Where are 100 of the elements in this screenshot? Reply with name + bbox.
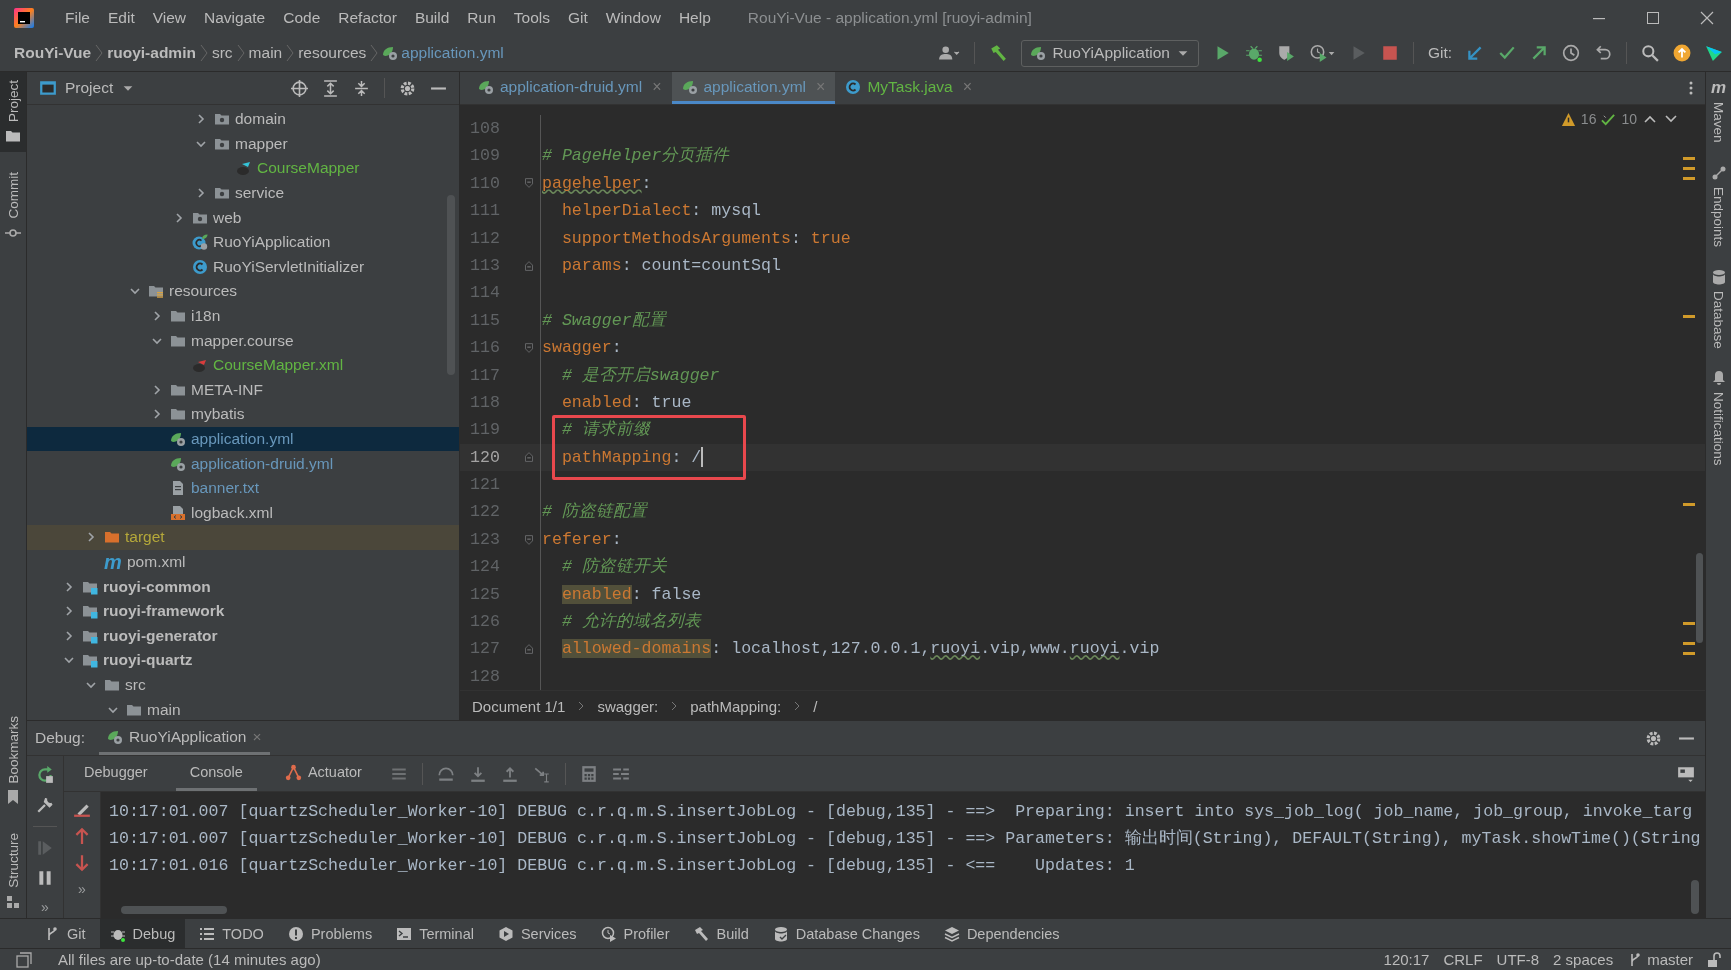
run-configuration-dropdown[interactable]: RuoYiApplication (1021, 39, 1199, 67)
menu-item[interactable]: Navigate (195, 8, 275, 27)
indent-setting[interactable]: 2 spaces (1553, 951, 1614, 968)
breadcrumb-item[interactable]: swagger: (597, 697, 659, 715)
app-logo-icon[interactable] (14, 7, 34, 28)
tool-window-button[interactable]: m Maven (1706, 78, 1731, 145)
undo-icon[interactable] (1594, 44, 1612, 62)
breadcrumb-item[interactable]: Document 1/1 (472, 697, 566, 715)
down-left-arrow-icon[interactable] (1466, 44, 1484, 62)
menu-item[interactable]: Window (596, 8, 670, 27)
breadcrumb-item[interactable]: resources (294, 44, 371, 62)
clock-icon[interactable] (1562, 44, 1580, 62)
tree-item[interactable]: CourseMapper (27, 156, 459, 181)
tree-item[interactable]: target (27, 525, 459, 550)
tool-window-tab[interactable]: Debug (99, 919, 186, 948)
settings-icon[interactable] (399, 79, 416, 97)
tree-item[interactable]: META-INF (27, 377, 459, 403)
tool-window-button[interactable]: Notifications (1706, 368, 1731, 468)
up-right-arrow-icon[interactable] (1530, 44, 1548, 62)
tool-window-button[interactable]: Commit (0, 164, 26, 249)
close-icon[interactable] (1699, 9, 1715, 26)
tree-item[interactable]: application-druid.yml (27, 451, 459, 476)
actuator-tab[interactable]: Actuator (270, 756, 376, 791)
tree-item[interactable]: mapper.course (27, 328, 459, 353)
tree-item[interactable]: ruoyi-generator (27, 623, 459, 649)
breadcrumb-item[interactable]: main (244, 44, 287, 62)
tree-item[interactable]: src (27, 672, 459, 698)
tool-window-button[interactable]: Endpoints (1706, 162, 1731, 249)
user-dropdown-icon[interactable] (938, 44, 961, 62)
breadcrumb-item[interactable]: src (207, 44, 237, 62)
tool-window-tab[interactable]: Build (683, 919, 759, 948)
tree-item[interactable]: mybatis (27, 402, 459, 427)
calculator-icon[interactable] (579, 764, 598, 783)
breadcrumb-item[interactable]: RouYi-Vue (10, 44, 96, 62)
tree-item[interactable]: domain (27, 107, 459, 132)
tree-item[interactable]: ruoyi-framework (27, 598, 459, 624)
wrench-icon[interactable] (36, 796, 54, 814)
status-message[interactable]: All files are up-to-date (14 minutes ago) (58, 951, 1370, 968)
profiler-icon[interactable] (1308, 44, 1335, 62)
up-arrow-circle-icon[interactable] (1673, 44, 1691, 62)
menu-item[interactable]: Tools (504, 8, 559, 27)
tool-window-tab[interactable]: Database Changes (762, 919, 930, 948)
breadcrumb-item[interactable]: / (813, 697, 818, 715)
tool-window-button[interactable]: Database (1706, 266, 1731, 351)
stop-icon[interactable] (1380, 44, 1399, 62)
tool-window-tab[interactable]: Dependencies (933, 919, 1070, 948)
weak-warning-icon[interactable] (1601, 111, 1617, 127)
tree-item[interactable]: RuoYiApplication (27, 229, 459, 255)
menu-item[interactable]: Code (274, 8, 330, 27)
more-button[interactable]: » (78, 881, 86, 897)
project-view-dropdown[interactable]: Project (39, 79, 277, 97)
breadcrumb-item[interactable]: ruoyi-admin (103, 44, 200, 62)
menu-item[interactable]: Run (458, 8, 505, 27)
tree-item[interactable]: application.yml (27, 426, 459, 452)
up-arrow-icon[interactable] (73, 827, 91, 845)
tree-item[interactable]: service (27, 180, 459, 206)
tool-window-tab[interactable]: Problems (277, 919, 383, 948)
debug-session-tab[interactable]: RuoYiApplication × (99, 721, 270, 755)
menu-item[interactable]: Git (558, 8, 597, 27)
tree-item[interactable]: m pom.xml (27, 549, 459, 575)
menu-item[interactable]: Build (405, 8, 459, 27)
tool-window-tab[interactable]: TODO (189, 919, 274, 948)
lock-icon[interactable] (1707, 951, 1723, 968)
breadcrumb-item[interactable]: pathMapping: (690, 697, 782, 715)
tree-item[interactable]: logback.xml (27, 500, 459, 526)
settings-icon[interactable] (1645, 729, 1662, 747)
search-icon[interactable] (1641, 44, 1659, 62)
maximize-icon[interactable] (1645, 9, 1661, 26)
weak-warning-count[interactable]: 10 (1621, 111, 1637, 127)
menu-item[interactable]: View (143, 8, 196, 27)
bug-icon[interactable] (1244, 44, 1263, 62)
tool-window-button[interactable]: Structure (0, 825, 26, 918)
layout-icon[interactable] (1677, 764, 1695, 783)
pause-icon[interactable] (36, 869, 54, 887)
rerun-icon[interactable] (36, 766, 54, 784)
tree-item[interactable]: CourseMapper.xml (27, 352, 459, 378)
debugger-tab[interactable]: Debugger (70, 756, 162, 791)
scrollbar-thumb[interactable] (1696, 553, 1703, 643)
editor-tab[interactable]: application-druid.yml × (468, 72, 672, 104)
menu-item[interactable]: Refactor (329, 8, 406, 27)
menu-item[interactable]: Edit (99, 8, 144, 27)
tool-window-tab[interactable]: Terminal (386, 919, 484, 948)
git-branch[interactable]: master (1627, 951, 1693, 968)
tree-item[interactable]: web (27, 205, 459, 230)
menu-item[interactable]: File (56, 8, 99, 27)
collapse-all-icon[interactable] (353, 79, 370, 97)
tool-window-tab[interactable]: Git (34, 919, 96, 948)
tool-window-button[interactable]: Bookmarks (0, 707, 26, 814)
step-into-icon[interactable] (468, 764, 487, 783)
file-encoding[interactable]: UTF-8 (1496, 951, 1540, 968)
coverage-icon[interactable] (1276, 44, 1295, 62)
tree-item[interactable]: mapper (27, 131, 459, 157)
warning-icon[interactable] (1560, 111, 1576, 127)
tree-item[interactable]: RuoYiServletInitializer (27, 254, 459, 280)
caret-position[interactable]: 120:17 (1383, 951, 1430, 968)
line-separator[interactable]: CRLF (1443, 951, 1483, 968)
panel-toggle-icon[interactable] (16, 951, 32, 968)
scrollbar-thumb[interactable] (1691, 880, 1699, 914)
editor-tab[interactable]: MyTask.java × (835, 72, 982, 104)
tree-item[interactable]: ruoyi-quartz (27, 648, 459, 673)
